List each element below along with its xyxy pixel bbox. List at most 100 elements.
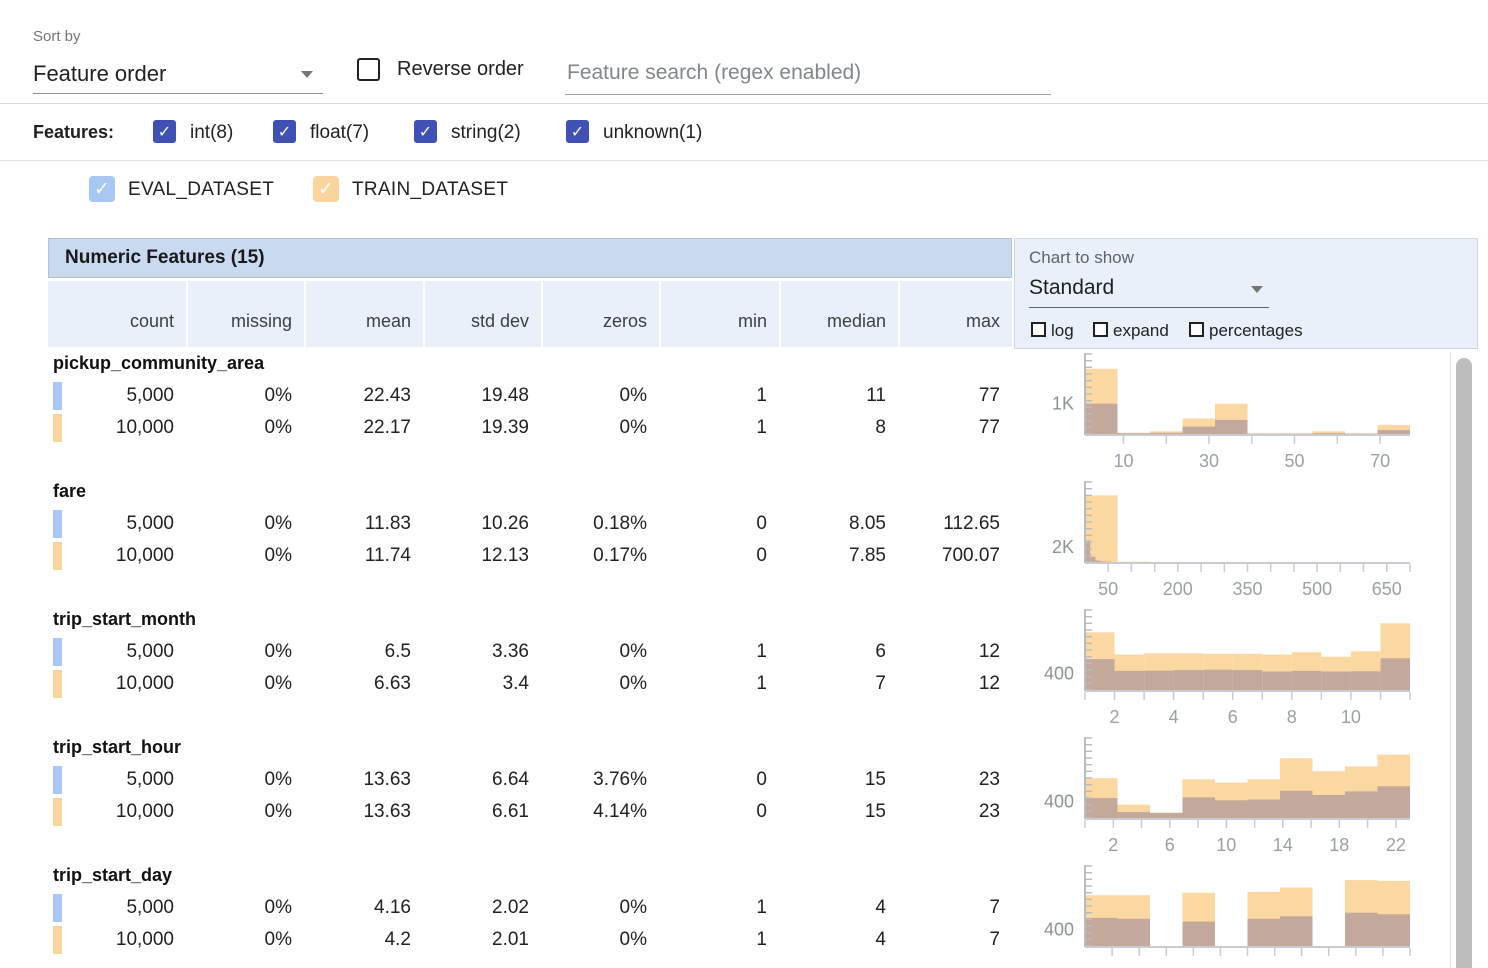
stat-mean: 22.17 [304,413,423,443]
sort-by-dropdown[interactable]: Feature order [33,55,323,94]
svg-text:10: 10 [1341,707,1361,727]
filter-int-checkbox[interactable]: ✓ [153,120,176,143]
stat-min: 1 [659,381,779,411]
stat-min: 0 [659,541,779,571]
stat-max: 77 [898,413,1012,443]
svg-text:400: 400 [1044,792,1074,812]
trip_start_month-histogram: 246810400 [1030,606,1445,734]
stat-max: 12 [898,669,1012,699]
check-icon: ✓ [89,176,115,202]
stat-missing: 0% [186,765,304,795]
stat-mean: 13.63 [304,765,423,795]
svg-text:50: 50 [1098,579,1118,599]
filter-int-label: int(8) [190,122,233,144]
stats-row-eval_dataset: 5,0000%22.4319.480%11177 [48,381,1012,411]
svg-text:400: 400 [1044,664,1074,684]
log-label: log [1051,321,1074,341]
train-dataset-label: TRAIN_DATASET [352,179,508,201]
stat-median: 8 [779,413,898,443]
feature-name: trip_start_month [53,609,196,630]
svg-text:18: 18 [1329,835,1349,855]
stat-count: 5,000 [48,509,186,539]
stat-median: 7 [779,669,898,699]
feature-block-trip_start_day: trip_start_day5,0000%4.162.020%14710,000… [0,862,1488,968]
reverse-order-checkbox[interactable] [357,58,380,81]
divider [0,160,1488,161]
stat-missing: 0% [186,637,304,667]
stat-missing: 0% [186,381,304,411]
feature-name: trip_start_hour [53,737,181,758]
chart-controls-panel: Chart to show Standard log expand percen… [1014,238,1478,349]
check-icon: ✓ [273,120,296,143]
stat-min: 0 [659,797,779,827]
eval-dataset-label: EVAL_DATASET [128,179,274,201]
feature-search-input[interactable] [565,52,1051,95]
svg-text:2K: 2K [1052,537,1074,557]
stat-count: 5,000 [48,765,186,795]
feature-block-trip_start_month: trip_start_month5,0000%6.53.360%161210,0… [0,606,1488,734]
divider [1450,352,1451,968]
stat-std-dev: 2.02 [423,893,541,923]
histogram-container: 2610141822400 [1030,734,1445,862]
stat-median: 8.05 [779,509,898,539]
stats-row-train_dataset: 10,0000%6.633.40%1712 [48,669,1012,699]
pickup_community_area-histogram: 103050701K [1030,350,1445,478]
stats-row-eval_dataset: 5,0000%4.162.020%147 [48,893,1012,923]
filter-float-checkbox[interactable]: ✓ [273,120,296,143]
feature-block-pickup_community_area: pickup_community_area5,0000%22.4319.480%… [0,350,1488,478]
filter-unknown-label: unknown(1) [603,122,702,144]
log-checkbox[interactable] [1031,322,1046,337]
stats-row-train_dataset: 10,0000%22.1719.390%1877 [48,413,1012,443]
col-header-count: count [48,281,186,347]
stat-median: 6 [779,637,898,667]
stat-median: 15 [779,765,898,795]
stat-mean: 6.5 [304,637,423,667]
svg-text:350: 350 [1232,579,1262,599]
stats-row-eval_dataset: 5,0000%13.636.643.76%01523 [48,765,1012,795]
percentages-label: percentages [1209,321,1303,341]
stat-mean: 6.63 [304,669,423,699]
svg-text:6: 6 [1228,707,1238,727]
svg-text:200: 200 [1163,579,1193,599]
feature-block-fare: fare5,0000%11.8310.260.18%08.05112.6510,… [0,478,1488,606]
features-filter-label: Features: [33,122,114,143]
stat-max: 700.07 [898,541,1012,571]
divider [0,103,1488,104]
col-header-zeros: zeros [541,281,659,347]
stat-zeros: 0% [541,637,659,667]
chart-type-dropdown[interactable]: Standard [1029,271,1269,308]
dataset-swatch [53,926,62,954]
stat-missing: 0% [186,893,304,923]
stat-missing: 0% [186,797,304,827]
stat-min: 1 [659,637,779,667]
stat-missing: 0% [186,669,304,699]
stat-mean: 4.2 [304,925,423,955]
dropdown-arrow-icon [1251,286,1263,293]
svg-text:4: 4 [1169,707,1179,727]
expand-label: expand [1113,321,1169,341]
expand-checkbox[interactable] [1093,322,1108,337]
col-header-stddev: std dev [423,281,541,347]
histogram-container: 103050701K [1030,350,1445,478]
feature-name: pickup_community_area [53,353,264,374]
filter-unknown-checkbox[interactable]: ✓ [566,120,589,143]
col-header-median: median [779,281,898,347]
stat-zeros: 0.17% [541,541,659,571]
filter-string-checkbox[interactable]: ✓ [414,120,437,143]
train-dataset-checkbox[interactable]: ✓ [313,176,339,202]
svg-text:14: 14 [1273,835,1293,855]
dataset-swatch [53,766,62,794]
stat-mean: 11.83 [304,509,423,539]
svg-text:650: 650 [1372,579,1402,599]
eval-dataset-checkbox[interactable]: ✓ [89,176,115,202]
dataset-swatch [53,670,62,698]
percentages-checkbox[interactable] [1189,322,1204,337]
reverse-order-label: Reverse order [397,58,524,81]
stat-count: 5,000 [48,893,186,923]
stat-missing: 0% [186,509,304,539]
chart-type-value: Standard [1029,276,1114,299]
vertical-scrollbar[interactable] [1456,358,1472,968]
stat-zeros: 0% [541,413,659,443]
stat-median: 11 [779,381,898,411]
svg-text:6: 6 [1165,835,1175,855]
